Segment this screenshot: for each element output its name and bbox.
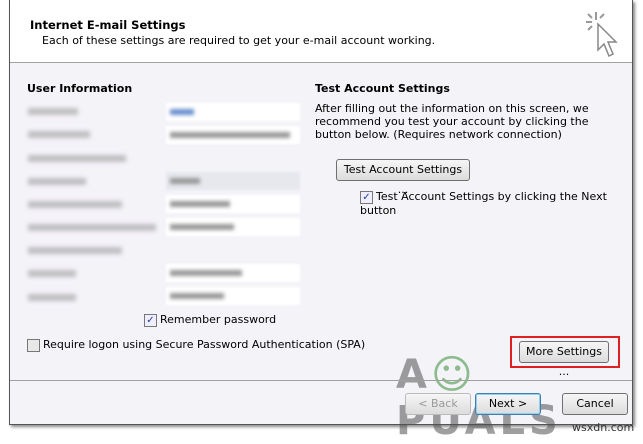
user-info-heading: User Information [27, 82, 133, 95]
password-field[interactable] [166, 287, 300, 305]
checkmark-icon: ✓ [144, 313, 157, 327]
back-button[interactable]: < Back [405, 393, 471, 415]
account-type-select[interactable] [166, 172, 300, 190]
checkmark-icon: ✓ [360, 190, 373, 204]
test-account-settings-button[interactable]: Test Account Settings ... [336, 159, 470, 196]
cursor-sparkle-icon [586, 12, 618, 58]
next-button[interactable]: Next > [475, 393, 541, 415]
spa-checkbox[interactable]: Require logon using Secure Password Auth… [27, 338, 365, 352]
logon-user-name-field[interactable] [166, 264, 300, 282]
checkbox-box [27, 338, 40, 352]
dialog-header: Internet E-mail Settings Each of these s… [10, 0, 632, 63]
remember-password-label: Remember password [160, 313, 277, 326]
test-on-next-label: Test Account Settings by clicking the Ne… [360, 190, 607, 217]
outgoing-server-field[interactable] [166, 218, 300, 236]
email-settings-dialog: Internet E-mail Settings Each of these s… [9, 0, 633, 444]
test-on-next-checkbox[interactable]: ✓ Test Account Settings by clicking the N… [360, 190, 632, 217]
spa-label: Require logon using Secure Password Auth… [43, 338, 366, 351]
email-address-field[interactable] [166, 126, 300, 144]
remember-password-checkbox[interactable]: ✓ Remember password [144, 313, 276, 327]
user-name-field[interactable] [166, 103, 300, 121]
footer-divider [10, 380, 632, 381]
cancel-button[interactable]: Cancel [562, 393, 628, 415]
test-heading: Test Account Settings [315, 82, 450, 95]
page-title: Internet E-mail Settings [30, 18, 186, 32]
site-watermark: wsxdn.com [572, 421, 635, 434]
incoming-server-field[interactable] [166, 195, 300, 213]
test-description: After filling out the information on thi… [315, 102, 589, 141]
page-subtitle: Each of these settings are required to g… [42, 34, 436, 47]
